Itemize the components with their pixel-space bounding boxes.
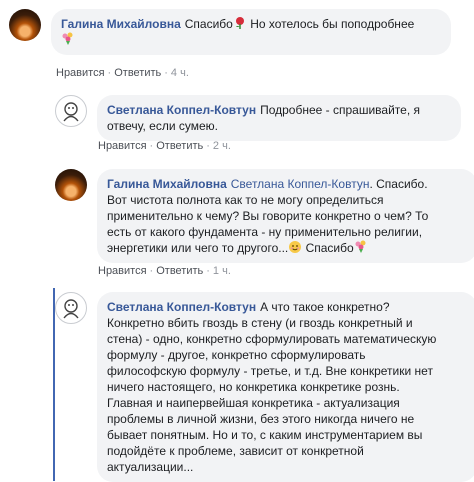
comment-text-line: формулу - другое, конкретно сформулирова…	[107, 348, 366, 362]
comment-text-line: Главная и наипервейшая конкретика - акту…	[107, 396, 400, 410]
comment-text: А что такое конкретно?	[260, 300, 390, 314]
timestamp[interactable]: 1 ч.	[213, 265, 231, 277]
comment-bubble: Светлана Коппел-Ковтун Подробнее - спраши…	[97, 95, 461, 141]
like-link[interactable]: Нравится	[98, 140, 147, 152]
comment-3: Галина Михайловна Светлана Коппел-Ковтун.…	[55, 169, 474, 263]
comment-text-line: стена) - одно, конкретно сформулировать …	[107, 332, 437, 346]
separator: ·	[206, 265, 210, 277]
comment-text-line: Вот чистота полнота как то не могу опред…	[107, 193, 384, 207]
comment-text: . Спасибо.	[369, 177, 428, 191]
comment-text-line: отвечу, если сумею.	[107, 119, 218, 133]
avatar[interactable]	[9, 9, 41, 41]
avatar[interactable]	[55, 169, 87, 201]
author-name[interactable]: Светлана Коппел-Ковтун	[107, 103, 256, 117]
comment-1-actions: Нравится · Ответить · 4 ч.	[56, 67, 189, 79]
separator: ·	[206, 140, 210, 152]
reply-link[interactable]: Ответить	[156, 140, 203, 152]
smile-emoji-icon	[288, 240, 302, 254]
bouquet-emoji-icon	[354, 240, 368, 254]
comment-bubble: Светлана Коппел-Ковтун А что такое конкре…	[97, 292, 474, 482]
comment-text-line: применительно к чему? Вы говорите конкре…	[107, 209, 429, 223]
avatar[interactable]	[55, 95, 87, 127]
author-name[interactable]: Галина Михайловна	[107, 177, 227, 191]
comment-text-line: энергетики или чего то другого...	[107, 241, 289, 255]
timestamp[interactable]: 2 ч.	[213, 140, 231, 152]
reply-link[interactable]: Ответить	[114, 67, 161, 79]
comment-text-line: актуализации...	[107, 460, 194, 474]
comment-text-line: философскую формулу - третье, и т.д. Вне…	[107, 364, 433, 378]
comment-text-2: Но хотелось бы поподробнее	[246, 17, 415, 31]
comment-2-actions: Нравится · Ответить · 2 ч.	[98, 140, 231, 152]
like-link[interactable]: Нравится	[98, 265, 147, 277]
author-name[interactable]: Светлана Коппел-Ковтун	[107, 300, 256, 314]
separator: ·	[149, 140, 154, 152]
comment-text-end: Спасибо	[302, 241, 354, 255]
comment-2: Светлана Коппел-Ковтун Подробнее - спраши…	[55, 95, 461, 141]
reply-link[interactable]: Ответить	[156, 265, 203, 277]
comment-text-line: Конкретно вбить гвоздь в стену (и гвоздь…	[107, 316, 413, 330]
like-link[interactable]: Нравится	[56, 67, 105, 79]
timestamp[interactable]: 4 ч.	[171, 67, 189, 79]
comment-text-line: есть от какого фундамента - ну примените…	[107, 225, 423, 239]
separator: ·	[149, 265, 154, 277]
rose-emoji-icon	[233, 16, 247, 30]
author-name[interactable]: Галина Михайловна	[61, 17, 181, 31]
comment-text: Подробнее - спрашивайте, я	[260, 103, 420, 117]
comment-text-line: ничего настоящего, но конкретика конкрет…	[107, 380, 400, 394]
comment-bubble: Галина Михайловна Спасибо Но хотелось бы …	[51, 9, 451, 55]
mention-link[interactable]: Светлана Коппел-Ковтун	[231, 177, 370, 191]
separator: ·	[107, 67, 112, 79]
portrait-icon	[63, 102, 79, 122]
comment-text-line: проблемы в личной жизни, без этого никог…	[107, 412, 415, 426]
comment-4: Светлана Коппел-Ковтун А что такое конкре…	[55, 292, 474, 482]
separator: ·	[164, 67, 168, 79]
comment-text-line: подойдёте к проблеме, зависит от конкрет…	[107, 444, 364, 458]
comment-1: Галина Михайловна Спасибо Но хотелось бы …	[9, 9, 451, 55]
comment-text: Спасибо	[184, 17, 233, 31]
bouquet-emoji-icon	[61, 32, 75, 46]
avatar[interactable]	[55, 292, 87, 324]
portrait-icon	[63, 299, 79, 319]
comment-text-line: бывает понятным. Но и то, с каким инстру…	[107, 428, 423, 442]
comment-bubble: Галина Михайловна Светлана Коппел-Ковтун.…	[97, 169, 474, 263]
comment-3-actions: Нравится · Ответить · 1 ч.	[98, 265, 231, 277]
